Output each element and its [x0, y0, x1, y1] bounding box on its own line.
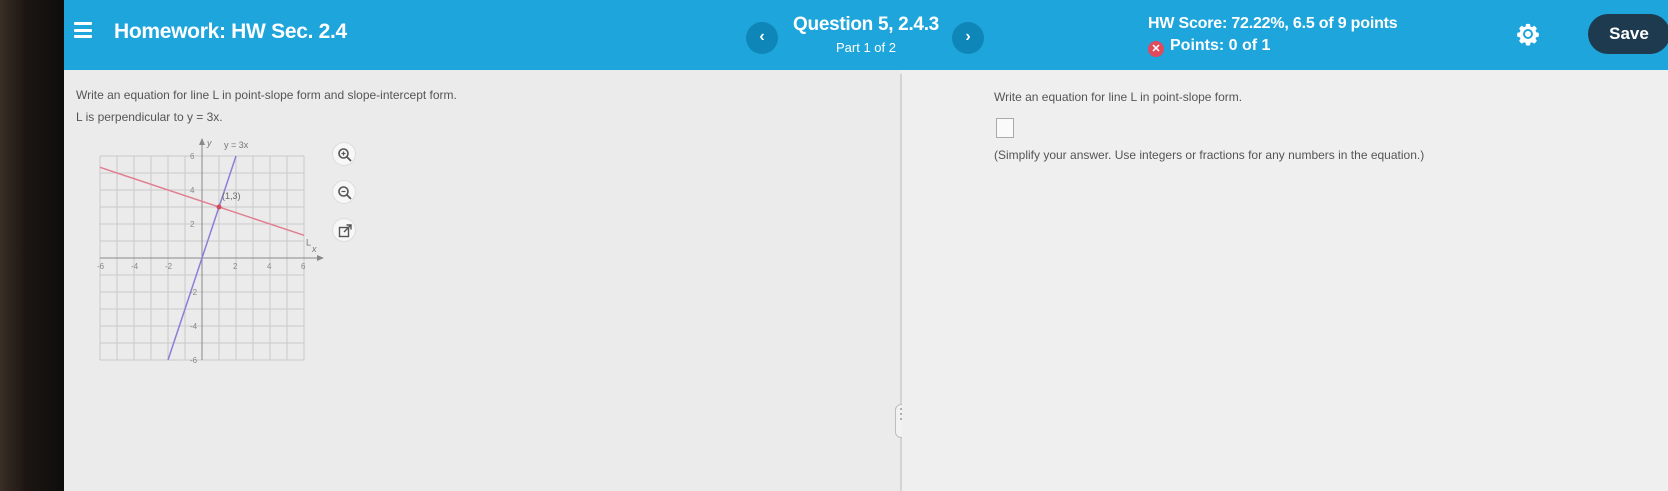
y-tick-label: 6	[190, 152, 195, 161]
x-tick-label: 2	[233, 262, 238, 271]
zoom-in-button[interactable]	[332, 142, 356, 166]
settings-gear-icon[interactable]	[1516, 22, 1540, 46]
answer-prompt: Write an equation for line L in point-sl…	[994, 90, 1243, 104]
x-tick-label: 4	[267, 262, 272, 271]
hw-score: HW Score: 72.22%, 6.5 of 9 points	[1148, 15, 1398, 32]
y-tick-label: 4	[190, 186, 195, 195]
question-prompt: Write an equation for line L in point-sl…	[76, 88, 457, 102]
x-tick-label: 6	[301, 262, 306, 271]
previous-question-button[interactable]: ‹	[746, 22, 778, 54]
external-link-icon	[338, 224, 352, 238]
question-given: L is perpendicular to y = 3x.	[76, 110, 223, 124]
app-window: Homework: HW Sec. 2.4 ‹ Question 5, 2.4.…	[64, 0, 1668, 491]
answer-hint: (Simplify your answer. Use integers or f…	[994, 148, 1425, 162]
line-y-equals-3x-label: y = 3x	[224, 140, 249, 150]
zoom-in-icon	[338, 148, 352, 162]
x-tick-label: -4	[131, 262, 139, 271]
question-panel: Write an equation for line L in point-sl…	[64, 70, 900, 491]
coordinate-graph: -6 -4 -2 2 4 6 6 4 2 -2 -4 -6 y x y = 3x L (1,3)	[97, 138, 324, 365]
question-title: Question 5, 2.4.3	[793, 14, 939, 35]
homework-title: Homework: HW Sec. 2.4	[114, 20, 347, 43]
zoom-out-icon	[338, 186, 352, 200]
y-tick-label: -4	[190, 322, 198, 331]
y-axis-label: y	[206, 138, 212, 148]
question-points: ✕ Points: 0 of 1	[1148, 37, 1270, 57]
point-label: (1,3)	[222, 191, 241, 201]
line-L-label: L	[306, 237, 311, 247]
question-part: Part 1 of 2	[836, 40, 896, 55]
x-tick-label: -2	[165, 262, 173, 271]
point-1-3	[216, 204, 222, 210]
next-question-button[interactable]: ›	[952, 22, 984, 54]
device-bezel	[0, 0, 64, 491]
x-axis-label: x	[311, 244, 317, 254]
x-tick-label: -6	[97, 262, 105, 271]
incorrect-icon: ✕	[1148, 41, 1164, 57]
y-tick-label: -2	[190, 288, 198, 297]
answer-panel: Write an equation for line L in point-sl…	[902, 70, 1668, 491]
points-text: Points: 0 of 1	[1170, 37, 1271, 54]
y-tick-label: 2	[190, 220, 195, 229]
y-tick-label: -6	[190, 356, 198, 365]
answer-input[interactable]	[996, 118, 1014, 138]
header-bar: Homework: HW Sec. 2.4 ‹ Question 5, 2.4.…	[64, 0, 1668, 70]
open-graph-button[interactable]	[332, 218, 356, 242]
menu-icon[interactable]	[74, 22, 92, 38]
zoom-out-button[interactable]	[332, 180, 356, 204]
save-button[interactable]: Save	[1588, 14, 1668, 54]
